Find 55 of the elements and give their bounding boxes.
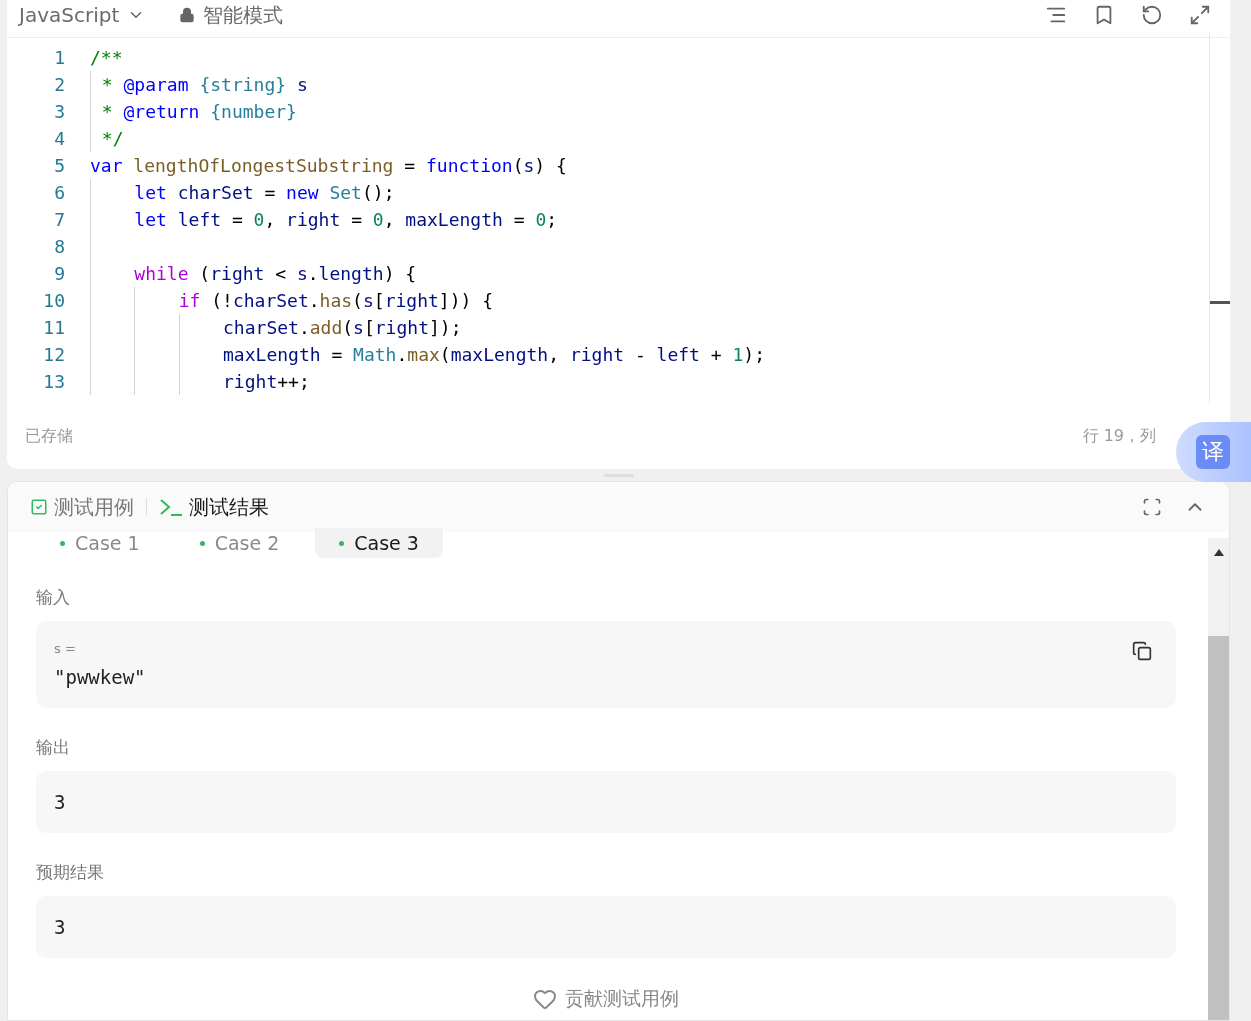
cursor-position: 行 19，列 [1082, 425, 1156, 447]
checkbox-icon [30, 498, 48, 516]
input-value: "pwwkew" [54, 666, 147, 688]
copy-icon[interactable] [1132, 641, 1152, 661]
line-number: 9 [53, 262, 66, 286]
mode-label: 智能模式 [203, 1, 284, 29]
panel-tab[interactable]: 测试用例 [26, 493, 138, 521]
code-line: maxLength = Math.max(maxLength, right - left + 1); [90, 341, 765, 368]
line-number: 5 [53, 154, 66, 178]
case-tab[interactable]: Case 2 [175, 528, 304, 558]
output-value: 3 [54, 791, 67, 813]
line-number: 10 [42, 289, 66, 313]
translate-key[interactable]: 译 [1196, 435, 1230, 469]
variable-name: s = [54, 641, 76, 656]
line-number: 6 [53, 181, 66, 205]
code-line: let charSet = new Set(); [90, 179, 395, 206]
line-number: 8 [53, 235, 66, 259]
expected-value: 3 [54, 916, 67, 938]
code-line: while (right < s.length) { [90, 260, 417, 287]
code-line: right++; [90, 368, 310, 395]
line-number: 2 [53, 73, 66, 97]
line-number: 1 [53, 46, 66, 70]
scroll-up-icon[interactable] [1213, 548, 1224, 556]
language-selector[interactable]: JavaScript [19, 3, 120, 27]
saved-status: 已存储 [25, 425, 73, 447]
case-tab[interactable]: Case 3 [315, 528, 443, 558]
code-line: charSet.add(s[right]); [90, 314, 462, 341]
scrollbar-thumb[interactable] [1208, 636, 1229, 1020]
code-line: if (!charSet.has(s[right])) { [90, 287, 493, 314]
code-line: */ [90, 125, 124, 152]
contribute-link[interactable]: 贡献测试用例 [565, 986, 679, 1012]
case-tab[interactable]: Case 1 [36, 528, 164, 558]
panel-tab[interactable]: 测试结果 [155, 493, 273, 521]
line-number: 3 [53, 100, 66, 124]
heart-icon[interactable] [533, 987, 557, 1011]
code-line: * @param {string} s [90, 71, 308, 98]
code-line: /** [90, 46, 123, 70]
line-number: 11 [42, 316, 66, 340]
line-number: 12 [42, 343, 66, 367]
code-line: var lengthOfLongestSubstring = function(s) { [90, 154, 567, 178]
lock-icon [179, 7, 196, 23]
input-label: 输入 [36, 586, 71, 609]
translate-button[interactable]: 译 [1176, 422, 1251, 482]
scrollbar[interactable] [1209, 32, 1230, 403]
line-number: 4 [53, 127, 66, 151]
terminal-icon [159, 497, 183, 517]
reset-icon[interactable] [1141, 4, 1163, 26]
line-number: 7 [53, 208, 66, 232]
code-line: * @return {number} [90, 98, 297, 125]
output-label: 输出 [36, 736, 71, 759]
line-number: 13 [42, 370, 66, 394]
expand-icon[interactable] [1189, 4, 1211, 26]
expected-label: 预期结果 [36, 861, 105, 884]
fullscreen-icon[interactable] [1142, 497, 1162, 517]
code-line: let left = 0, right = 0, maxLength = 0; [90, 206, 558, 233]
